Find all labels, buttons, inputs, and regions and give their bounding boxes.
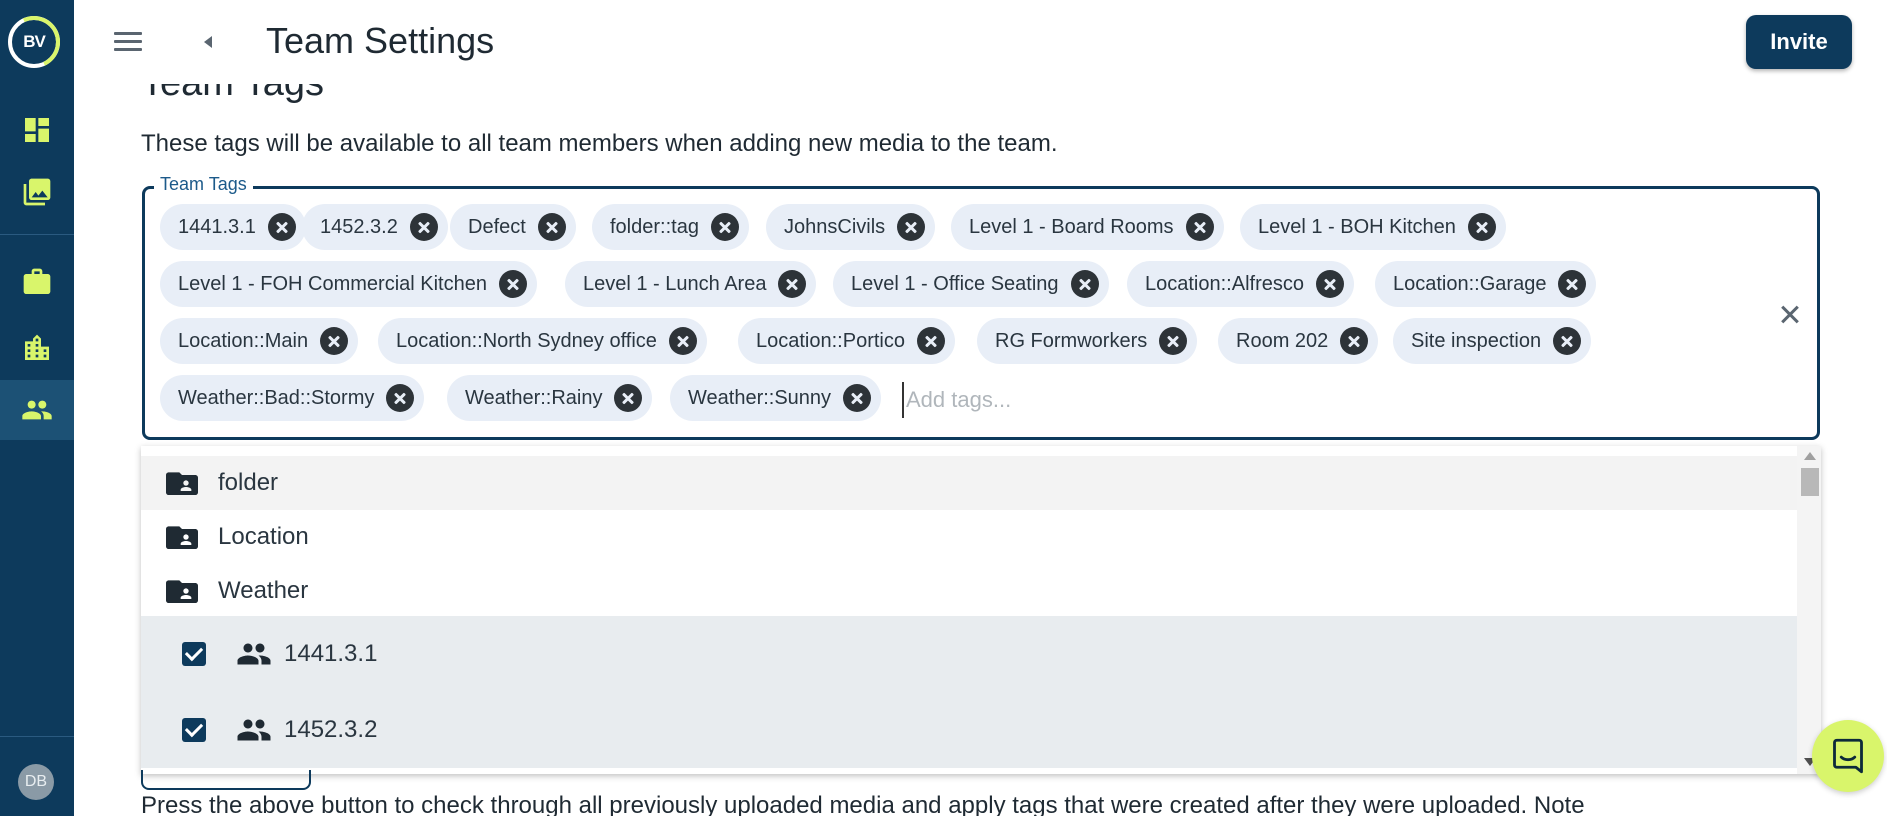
remove-tag-icon[interactable] (1185, 213, 1214, 241)
tag-chip[interactable]: Defect (450, 204, 576, 250)
section-description: These tags will be available to all team… (141, 130, 1058, 157)
dropdown-folder-item[interactable]: Location (141, 510, 1797, 564)
tag-chip[interactable]: RG Formworkers (977, 318, 1198, 364)
tags-dropdown: folder Location Weather 1441.3.1 1452.3.… (141, 446, 1821, 774)
building-icon (25, 334, 49, 360)
menu-icon[interactable] (112, 28, 144, 56)
scroll-thumb[interactable] (1801, 468, 1819, 496)
tag-chip[interactable]: Level 1 - Office Seating (833, 261, 1109, 307)
people-icon (237, 719, 271, 741)
tag-chip[interactable]: 1452.3.2 (302, 204, 448, 250)
tag-chip[interactable]: Location::Alfresco (1127, 261, 1354, 307)
tag-chip[interactable]: Location::Garage (1375, 261, 1597, 307)
tag-chip[interactable]: Room 202 (1218, 318, 1379, 364)
invite-button[interactable]: Invite (1746, 15, 1852, 69)
tag-chip[interactable]: Level 1 - BOH Kitchen (1240, 204, 1506, 250)
sidebar-item-organisation[interactable] (0, 318, 74, 378)
remove-tag-icon[interactable] (386, 384, 415, 412)
people-icon (237, 643, 271, 665)
tag-chip[interactable]: Weather::Rainy (447, 375, 653, 421)
checkbox-checked-icon[interactable] (182, 718, 206, 742)
tag-chip[interactable]: Level 1 - FOH Commercial Kitchen (160, 261, 537, 307)
remove-tag-icon[interactable] (710, 213, 739, 241)
people-icon (22, 400, 52, 420)
apply-tags-note: Press the above button to check through … (141, 792, 1585, 816)
remove-tag-icon[interactable] (897, 213, 926, 241)
tag-chip[interactable]: JohnsCivils (766, 204, 936, 250)
dropdown-folder-item[interactable]: folder (141, 456, 1797, 510)
team-tags-legend: Team Tags (154, 174, 253, 195)
remove-tag-icon[interactable] (614, 384, 643, 412)
add-tags-input[interactable] (902, 382, 1402, 418)
remove-tag-icon[interactable] (916, 327, 945, 355)
tag-chip[interactable]: folder::tag (592, 204, 749, 250)
remove-tag-icon[interactable] (778, 270, 807, 298)
sidebar: BV DB (0, 0, 74, 816)
briefcase-icon (23, 268, 51, 294)
remove-tag-icon[interactable] (267, 213, 296, 241)
remove-tag-icon[interactable] (537, 213, 566, 241)
avatar[interactable]: DB (18, 764, 54, 800)
tag-chip[interactable]: Level 1 - Board Rooms (951, 204, 1224, 250)
checkbox-checked-icon[interactable] (182, 642, 206, 666)
photo-library-icon (23, 178, 51, 206)
sidebar-divider (0, 234, 74, 235)
sidebar-item-projects[interactable] (0, 252, 74, 312)
tag-chip[interactable]: Weather::Bad::Stormy (160, 375, 425, 421)
clear-all-tags-icon[interactable] (1776, 300, 1804, 328)
remove-tag-icon[interactable] (1159, 327, 1188, 355)
sidebar-divider (0, 736, 74, 737)
tag-chip[interactable]: Location::North Sydney office (378, 318, 707, 364)
brand-logo[interactable]: BV (0, 8, 68, 76)
tag-chip[interactable]: Weather::Sunny (670, 375, 882, 421)
chat-launcher[interactable] (1812, 720, 1884, 792)
folder-shared-icon (166, 580, 198, 603)
remove-tag-icon[interactable] (1553, 327, 1582, 355)
chat-icon (1833, 738, 1863, 774)
folder-shared-icon (166, 472, 198, 495)
remove-tag-icon[interactable] (1070, 270, 1099, 298)
dropdown-option[interactable]: 1441.3.1 (141, 616, 1797, 692)
remove-tag-icon[interactable] (498, 270, 527, 298)
chevron-left-icon[interactable] (198, 30, 218, 54)
sidebar-item-media[interactable] (0, 162, 74, 222)
tag-chip[interactable]: Location::Main (160, 318, 359, 364)
remove-tag-icon[interactable] (409, 213, 438, 241)
apply-tags-button[interactable] (141, 770, 311, 790)
tag-chip[interactable]: Site inspection (1393, 318, 1592, 364)
folder-shared-icon (166, 526, 198, 549)
sidebar-item-dashboard[interactable] (0, 100, 74, 160)
remove-tag-icon[interactable] (320, 327, 349, 355)
dropdown-folder-item[interactable]: Weather (141, 564, 1797, 618)
app-header: Team Settings Invite (74, 0, 1887, 84)
tag-chip[interactable]: 1441.3.1 (160, 204, 306, 250)
remove-tag-icon[interactable] (843, 384, 872, 412)
scroll-up-icon[interactable] (1804, 452, 1816, 460)
dashboard-icon (25, 118, 49, 142)
remove-tag-icon[interactable] (668, 327, 697, 355)
sidebar-item-team[interactable] (0, 380, 74, 440)
dropdown-scrollbar[interactable] (1797, 446, 1821, 774)
remove-tag-icon[interactable] (1315, 270, 1344, 298)
page-title: Team Settings (266, 20, 495, 61)
tag-chip[interactable]: Level 1 - Lunch Area (565, 261, 817, 307)
remove-tag-icon[interactable] (1558, 270, 1587, 298)
remove-tag-icon[interactable] (1340, 327, 1369, 355)
tag-chip[interactable]: Location::Portico (738, 318, 955, 364)
remove-tag-icon[interactable] (1467, 213, 1496, 241)
dropdown-option[interactable]: 1452.3.2 (141, 692, 1797, 768)
